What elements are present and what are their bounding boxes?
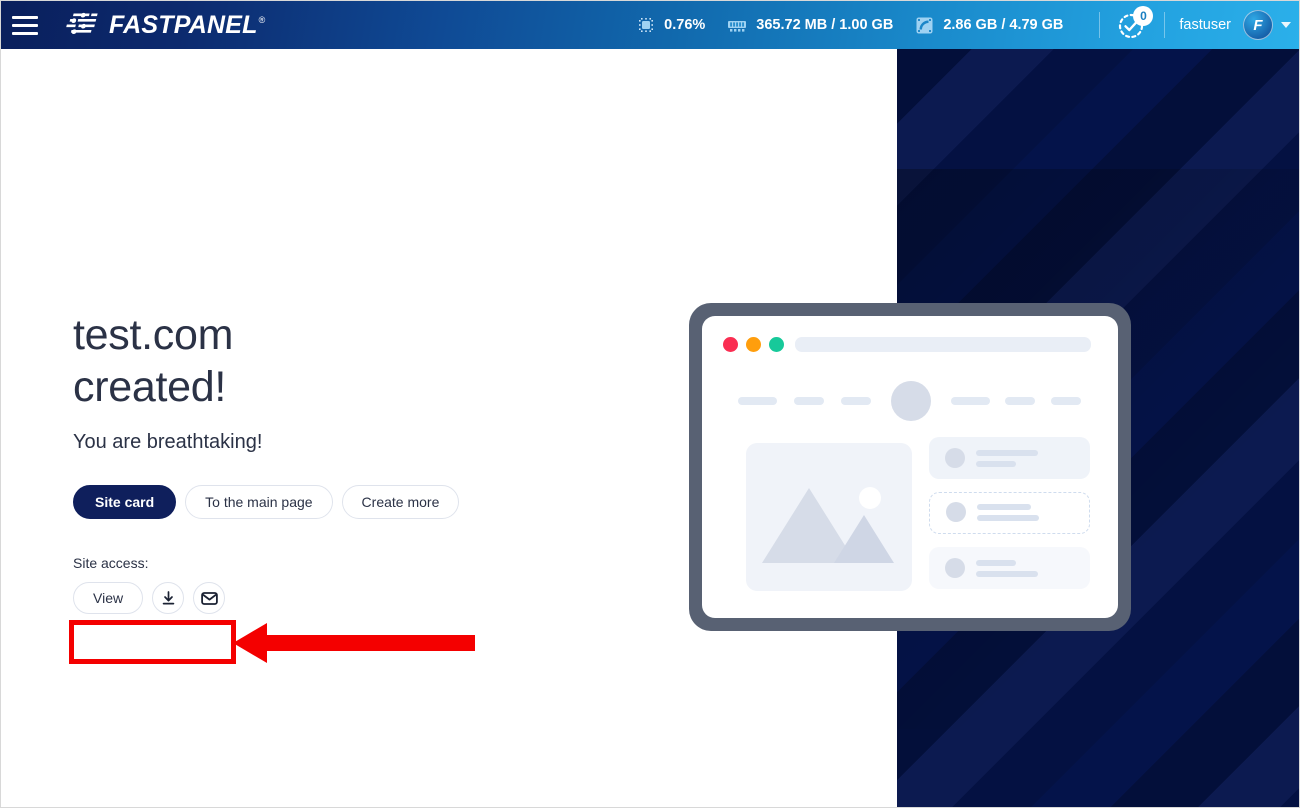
avatar[interactable]: F xyxy=(1243,10,1273,40)
mockup-nav-line xyxy=(1005,397,1035,405)
view-button[interactable]: View xyxy=(73,582,144,615)
mockup-nav-line xyxy=(1051,397,1081,405)
download-icon xyxy=(162,590,174,604)
mockup-nav-line xyxy=(951,397,990,405)
page-title: test.com created! xyxy=(73,309,633,413)
image-placeholder-icon xyxy=(746,443,912,591)
registered-mark: ® xyxy=(258,15,266,26)
mockup-item-line xyxy=(977,504,1031,510)
logo-wordmark: FASTPANEL® xyxy=(109,10,266,39)
site-access-buttons: View xyxy=(73,582,633,615)
header-divider xyxy=(1099,12,1101,38)
site-card-button[interactable]: Site card xyxy=(73,485,177,520)
mockup-item-line xyxy=(976,450,1038,456)
mockup-list-item xyxy=(929,547,1090,589)
mockup-item-bullet xyxy=(946,502,966,522)
mockup-item-line xyxy=(976,461,1016,467)
to-main-page-button[interactable]: To the main page xyxy=(185,485,333,520)
mockup-screen xyxy=(702,316,1118,618)
mockup-url-bar xyxy=(795,337,1091,352)
browser-window-mockup xyxy=(689,303,1131,631)
mockup-nav-line xyxy=(738,397,777,405)
page-body: test.com created! You are breathtaking! … xyxy=(1,49,1299,807)
header-right-group: 0.76% 365.72 MB / 1.00 GB 2.86 GB / 4.79… xyxy=(637,1,1299,49)
stat-cpu[interactable]: 0.76% xyxy=(637,16,705,34)
main-content: test.com created! You are breathtaking! … xyxy=(73,309,633,615)
hamburger-icon[interactable] xyxy=(1,1,49,49)
stat-cpu-value: 0.76% xyxy=(664,17,706,33)
chevron-down-icon[interactable] xyxy=(1281,22,1291,28)
fastpanel-logo[interactable]: FASTPANEL® xyxy=(66,11,265,40)
action-button-row: Site card To the main page Create more xyxy=(73,485,633,520)
mockup-item-line xyxy=(977,515,1039,521)
create-more-button[interactable]: Create more xyxy=(341,485,460,520)
mockup-item-line xyxy=(976,571,1038,577)
hamburger-bar xyxy=(12,31,38,35)
mockup-list-item-selected xyxy=(929,492,1090,534)
window-dot-yellow xyxy=(746,337,761,352)
disk-icon xyxy=(916,17,933,33)
stat-disk-value: 2.86 GB / 4.79 GB xyxy=(943,17,1064,33)
email-button[interactable] xyxy=(193,582,226,615)
stat-ram[interactable]: 365.72 MB / 1.00 GB xyxy=(727,16,893,34)
page-subtitle: You are breathtaking! xyxy=(73,431,263,454)
envelope-icon xyxy=(200,591,218,605)
window-dot-red xyxy=(723,337,738,352)
hamburger-bar xyxy=(12,15,38,19)
mockup-nav-line xyxy=(794,397,824,405)
ram-icon xyxy=(728,21,747,32)
mockup-nav-avatar xyxy=(891,381,931,421)
page-title-line1: test.com xyxy=(73,311,234,359)
site-access-label: Site access: xyxy=(73,555,149,572)
notification-count-badge: 0 xyxy=(1133,6,1154,26)
equalizer-logo-icon xyxy=(66,12,98,35)
notifications-button[interactable]: 0 xyxy=(1114,6,1154,43)
header-divider xyxy=(1164,12,1166,38)
stat-ram-value: 365.72 MB / 1.00 GB xyxy=(756,17,894,33)
hamburger-bar xyxy=(12,23,38,27)
mockup-list-item xyxy=(929,437,1090,479)
app-header: FASTPANEL® 0.76% 365.72 MB / 1.00 GB 2.8… xyxy=(1,1,1299,49)
window-dot-green xyxy=(769,337,784,352)
download-button[interactable] xyxy=(152,582,185,615)
cpu-icon xyxy=(639,18,654,32)
stat-disk[interactable]: 2.86 GB / 4.79 GB xyxy=(915,16,1063,35)
mockup-item-bullet xyxy=(945,558,965,578)
fastpanel-app: FASTPANEL® 0.76% 365.72 MB / 1.00 GB 2.8… xyxy=(0,0,1300,808)
user-name-label: fastuser xyxy=(1179,17,1231,33)
mockup-nav-line xyxy=(841,397,871,405)
mockup-item-line xyxy=(976,560,1016,566)
page-title-line2: created! xyxy=(73,363,226,412)
mockup-item-bullet xyxy=(945,448,965,468)
